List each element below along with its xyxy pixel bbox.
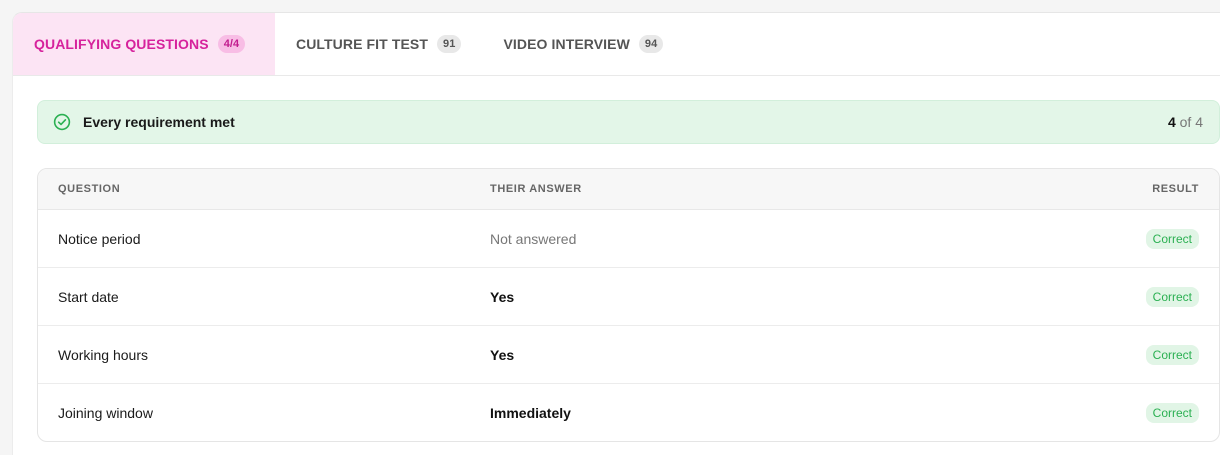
tab-video-interview[interactable]: VIDEO INTERVIEW 94: [482, 13, 684, 75]
result-badge: Correct: [1145, 228, 1199, 249]
question-text: Notice period: [58, 230, 141, 247]
table-row: Working hours Yes Correct: [38, 326, 1219, 384]
tab-bar: QUALIFYING QUESTIONS 4/4 CULTURE FIT TES…: [13, 13, 1220, 76]
questions-table: QUESTION THEIR ANSWER RESULT Notice peri…: [37, 168, 1220, 442]
answer-text: Not answered: [490, 230, 577, 247]
requirements-progress: 4 of 4: [1168, 114, 1203, 130]
question-text: Start date: [58, 288, 119, 305]
question-text: Working hours: [58, 346, 149, 363]
column-header-answer: THEIR ANSWER: [490, 183, 582, 195]
tab-count-badge: 94: [638, 35, 664, 53]
met-count: 4: [1167, 114, 1176, 130]
result-badge: Correct: [1145, 344, 1199, 365]
column-header-question: QUESTION: [58, 183, 121, 195]
tab-count-badge: 4/4: [217, 35, 246, 53]
table-row: Start date Yes Correct: [38, 268, 1219, 326]
question-text: Joining window: [58, 405, 153, 421]
tab-culture-fit-test[interactable]: CULTURE FIT TEST 91: [275, 13, 482, 75]
column-header-result: RESULT: [1152, 183, 1199, 195]
tab-label: QUALIFYING QUESTIONS: [34, 36, 209, 52]
result-badge: Correct: [1145, 403, 1199, 423]
tab-count-badge: 91: [437, 35, 462, 53]
table-row: Joining window Immediately Correct: [38, 384, 1219, 441]
tab-label: CULTURE FIT TEST: [296, 36, 428, 52]
table-header: QUESTION THEIR ANSWER RESULT: [38, 169, 1219, 210]
table-row: Notice period Not answered Correct: [38, 210, 1219, 268]
total-label: of 4: [1179, 114, 1203, 130]
result-badge: Correct: [1145, 286, 1199, 307]
requirements-summary-banner: Every requirement met 4 of 4: [37, 100, 1220, 144]
tab-qualifying-questions[interactable]: QUALIFYING QUESTIONS 4/4: [13, 13, 275, 75]
questions-panel: QUALIFYING QUESTIONS 4/4 CULTURE FIT TES…: [12, 12, 1220, 455]
answer-text: Yes: [490, 288, 515, 305]
summary-message: Every requirement met: [83, 114, 235, 130]
answer-text: Immediately: [490, 405, 571, 421]
answer-text: Yes: [490, 346, 515, 363]
check-circle-icon: [53, 113, 71, 131]
tab-label: VIDEO INTERVIEW: [503, 36, 630, 52]
